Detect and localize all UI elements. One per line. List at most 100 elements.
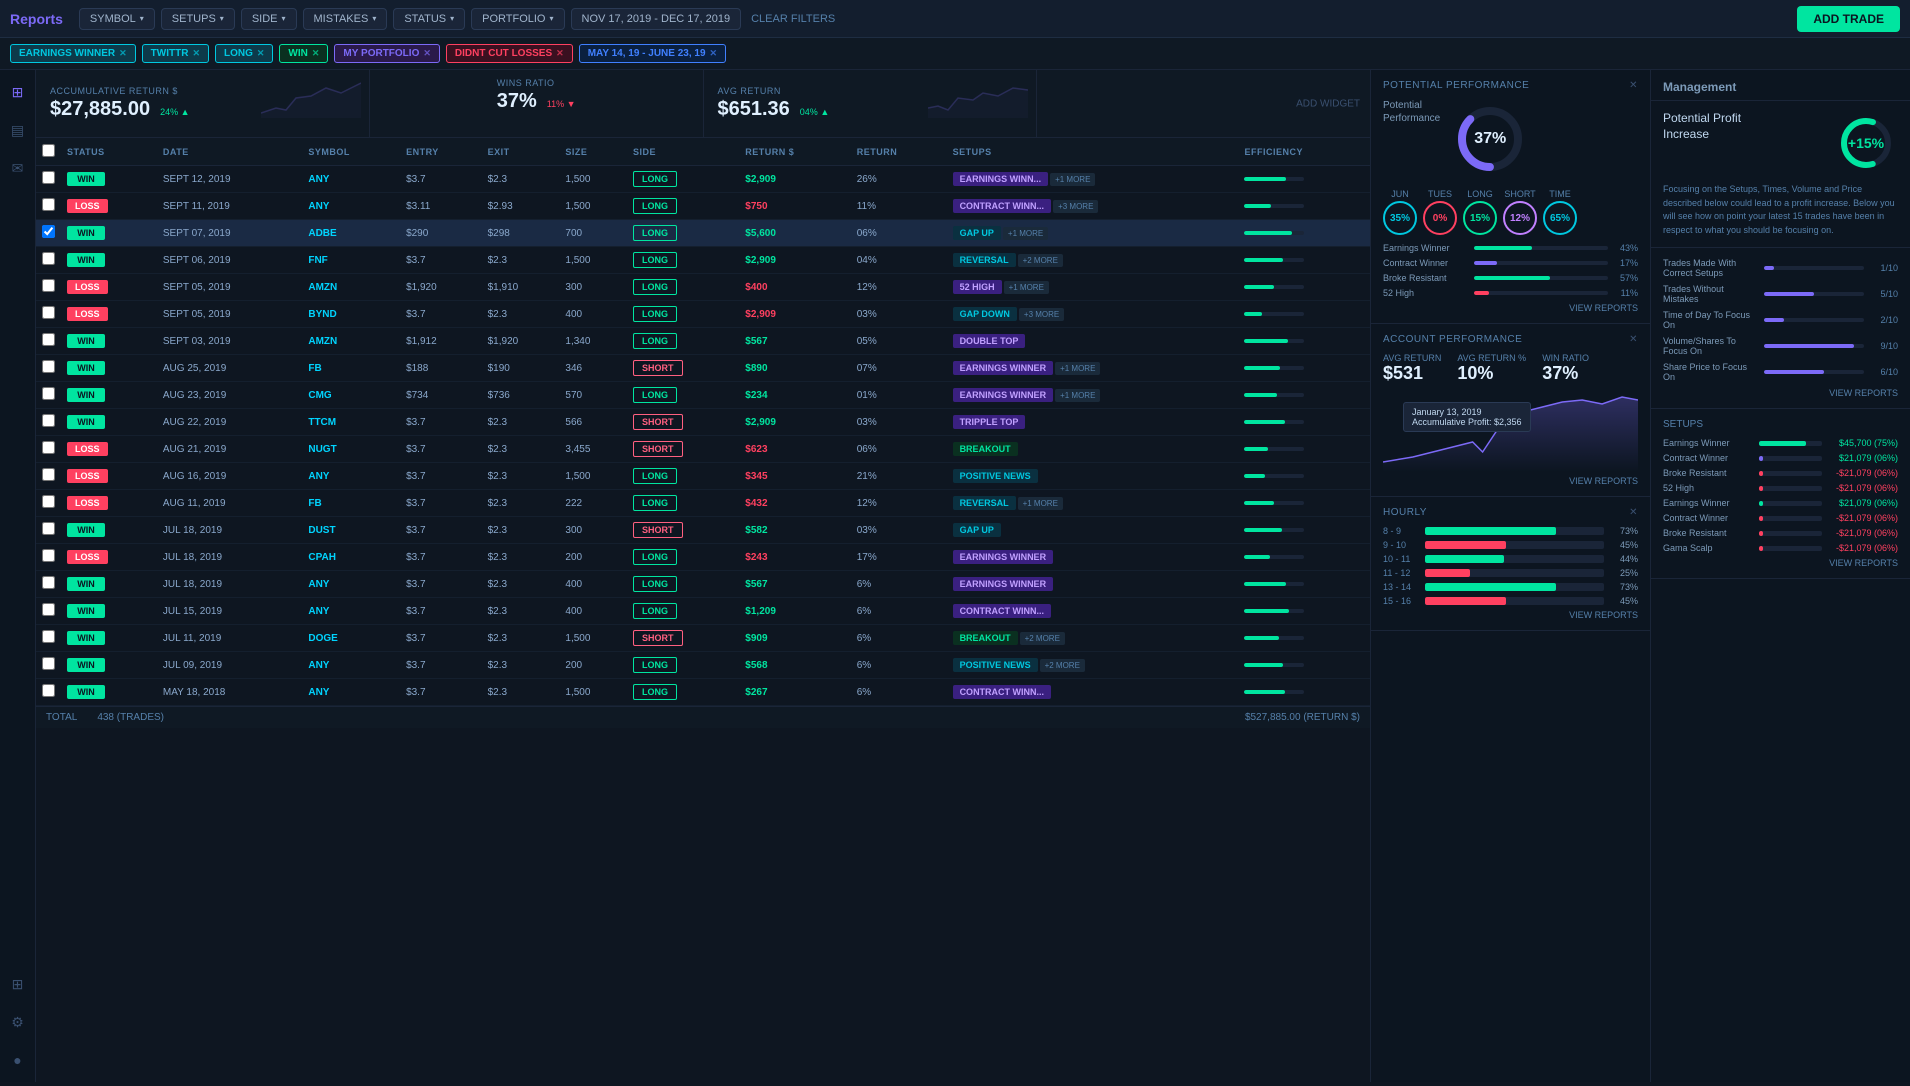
setup-badge[interactable]: REVERSAL: [953, 496, 1016, 510]
setup-badge[interactable]: EARNINGS WINNER: [953, 388, 1054, 402]
symbol-link[interactable]: ANY: [308, 660, 329, 671]
symbol-cell[interactable]: DUST: [302, 517, 400, 544]
symbol-cell[interactable]: ANY: [302, 166, 400, 193]
symbol-link[interactable]: ANY: [308, 471, 329, 482]
more-badge[interactable]: +1 MORE: [1055, 362, 1100, 375]
setup-badge[interactable]: POSITIVE NEWS: [953, 469, 1038, 483]
symbol-link[interactable]: CPAH: [308, 552, 336, 563]
sidebar-icon-grid2[interactable]: ⊞: [6, 972, 30, 996]
row-checkbox[interactable]: [42, 171, 55, 184]
more-badge[interactable]: +1 MORE: [1003, 227, 1048, 240]
symbol-link[interactable]: NUGT: [308, 444, 336, 455]
symbol-cell[interactable]: ANY: [302, 463, 400, 490]
row-checkbox[interactable]: [42, 495, 55, 508]
setup-badge[interactable]: EARNINGS WINN...: [953, 172, 1049, 186]
close-icon[interactable]: ✕: [710, 48, 718, 59]
close-icon[interactable]: ✕: [423, 48, 431, 59]
row-checkbox[interactable]: [42, 657, 55, 670]
symbol-link[interactable]: FB: [308, 363, 321, 374]
symbol-cell[interactable]: ANY: [302, 193, 400, 220]
tag-my-portfolio[interactable]: MY PORTFOLIO ✕: [334, 44, 439, 63]
tag-long[interactable]: LONG ✕: [215, 44, 273, 63]
row-checkbox-cell[interactable]: [36, 409, 61, 436]
symbol-cell[interactable]: ANY: [302, 652, 400, 679]
setup-badge[interactable]: GAP DOWN: [953, 307, 1017, 321]
symbol-cell[interactable]: AMZN: [302, 274, 400, 301]
close-icon[interactable]: ✕: [119, 48, 127, 59]
setup-badge[interactable]: CONTRACT WINN...: [953, 685, 1052, 699]
symbol-link[interactable]: ANY: [308, 201, 329, 212]
close-icon[interactable]: ✕: [257, 48, 265, 59]
setup-badge[interactable]: DOUBLE TOP: [953, 334, 1026, 348]
sidebar-icon-settings[interactable]: ⚙: [6, 1010, 30, 1034]
symbol-link[interactable]: ADBE: [308, 228, 336, 239]
row-checkbox[interactable]: [42, 225, 55, 238]
setup-badge[interactable]: TRIPPLE TOP: [953, 415, 1026, 429]
row-checkbox[interactable]: [42, 252, 55, 265]
setup-badge[interactable]: REVERSAL: [953, 253, 1016, 267]
row-checkbox-cell[interactable]: [36, 517, 61, 544]
close-acct-icon[interactable]: ✕: [1629, 334, 1638, 345]
symbol-link[interactable]: ANY: [308, 687, 329, 698]
row-checkbox[interactable]: [42, 333, 55, 346]
row-checkbox[interactable]: [42, 468, 55, 481]
setup-badge[interactable]: BREAKOUT: [953, 631, 1018, 645]
row-checkbox-cell[interactable]: [36, 328, 61, 355]
symbol-link[interactable]: BYND: [308, 309, 336, 320]
setups-filter-btn[interactable]: SETUPS ▾: [161, 8, 235, 30]
sidebar-icon-chart[interactable]: ▤: [6, 118, 30, 142]
more-badge[interactable]: +2 MORE: [1020, 632, 1065, 645]
row-checkbox-cell[interactable]: [36, 220, 61, 247]
row-checkbox-cell[interactable]: [36, 544, 61, 571]
view-reports-btn-setups[interactable]: VIEW REPORTS: [1663, 558, 1898, 568]
tag-win[interactable]: WIN ✕: [279, 44, 328, 63]
tag-didnt-cut-losses[interactable]: DIDNT CUT LOSSES ✕: [446, 44, 573, 63]
row-checkbox[interactable]: [42, 522, 55, 535]
more-badge[interactable]: +1 MORE: [1055, 389, 1100, 402]
row-checkbox-cell[interactable]: [36, 247, 61, 274]
row-checkbox-cell[interactable]: [36, 301, 61, 328]
more-badge[interactable]: +2 MORE: [1018, 254, 1063, 267]
symbol-filter-btn[interactable]: SYMBOL ▾: [79, 8, 155, 30]
row-checkbox-cell[interactable]: [36, 625, 61, 652]
view-reports-btn-hourly[interactable]: VIEW REPORTS: [1383, 610, 1638, 620]
tag-earnings-winner[interactable]: EARNINGS WINNER ✕: [10, 44, 136, 63]
more-badge[interactable]: +3 MORE: [1019, 308, 1064, 321]
portfolio-filter-btn[interactable]: PORTFOLIO ▾: [471, 8, 564, 30]
symbol-cell[interactable]: CPAH: [302, 544, 400, 571]
row-checkbox[interactable]: [42, 387, 55, 400]
symbol-link[interactable]: DUST: [308, 525, 335, 536]
row-checkbox-cell[interactable]: [36, 274, 61, 301]
close-icon[interactable]: ✕: [312, 48, 320, 59]
close-icon[interactable]: ✕: [192, 48, 200, 59]
row-checkbox[interactable]: [42, 549, 55, 562]
select-all-header[interactable]: [36, 138, 61, 166]
row-checkbox[interactable]: [42, 441, 55, 454]
row-checkbox[interactable]: [42, 684, 55, 697]
select-all-checkbox[interactable]: [42, 144, 55, 157]
row-checkbox-cell[interactable]: [36, 463, 61, 490]
row-checkbox-cell[interactable]: [36, 382, 61, 409]
sidebar-icon-message[interactable]: ✉: [6, 156, 30, 180]
close-hourly-icon[interactable]: ✕: [1629, 507, 1638, 518]
symbol-cell[interactable]: ANY: [302, 598, 400, 625]
symbol-link[interactable]: FB: [308, 498, 321, 509]
symbol-cell[interactable]: FB: [302, 490, 400, 517]
symbol-cell[interactable]: TTCM: [302, 409, 400, 436]
view-reports-btn-acct[interactable]: VIEW REPORTS: [1383, 476, 1638, 486]
symbol-cell[interactable]: DOGE: [302, 625, 400, 652]
row-checkbox-cell[interactable]: [36, 355, 61, 382]
close-panel-icon[interactable]: ✕: [1629, 80, 1638, 91]
symbol-link[interactable]: AMZN: [308, 282, 337, 293]
close-icon[interactable]: ✕: [556, 48, 564, 59]
symbol-cell[interactable]: FNF: [302, 247, 400, 274]
symbol-cell[interactable]: ADBE: [302, 220, 400, 247]
more-badge[interactable]: +1 MORE: [1050, 173, 1095, 186]
symbol-link[interactable]: ANY: [308, 174, 329, 185]
view-reports-btn-mgmt[interactable]: VIEW REPORTS: [1663, 388, 1898, 398]
symbol-link[interactable]: AMZN: [308, 336, 337, 347]
setup-badge[interactable]: GAP UP: [953, 523, 1001, 537]
tag-twittr[interactable]: TWITTR ✕: [142, 44, 209, 63]
symbol-link[interactable]: ANY: [308, 579, 329, 590]
row-checkbox-cell[interactable]: [36, 571, 61, 598]
